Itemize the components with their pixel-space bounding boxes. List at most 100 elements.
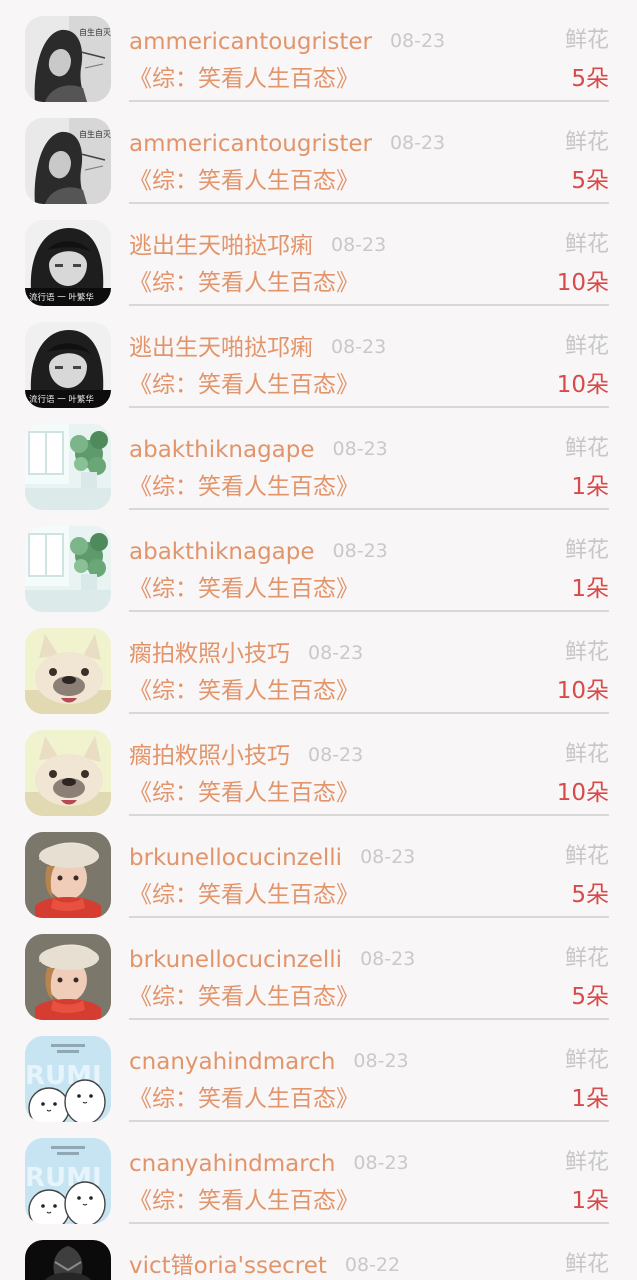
- list-item[interactable]: brkunellocucinzelli 08-23 鲜花 《综：笑看人生百态》 5…: [0, 918, 637, 1020]
- gift-date: 08-23: [360, 846, 416, 868]
- gift-count: 10朵: [556, 780, 609, 806]
- plant-window-icon[interactable]: [25, 526, 111, 612]
- list-item[interactable]: 瘸拍敉照小技巧 08-23 鲜花 《综：笑看人生百态》 10朵: [0, 612, 637, 714]
- gift-date: 08-23: [308, 642, 364, 664]
- username-line: 瘸拍敉照小技巧 08-23: [129, 638, 363, 669]
- book-title[interactable]: 《综：笑看人生百态》: [129, 880, 359, 910]
- gift-type-label: 鲜花: [564, 946, 609, 971]
- girl-bw-icon[interactable]: 自生自灭: [25, 16, 111, 102]
- gift-count: 5朵: [571, 168, 609, 194]
- gift-type-label: 鲜花: [564, 1150, 609, 1175]
- bulldog-icon[interactable]: [25, 730, 111, 816]
- username[interactable]: 瘸拍敉照小技巧: [129, 743, 290, 769]
- child-beret-icon[interactable]: [25, 832, 111, 918]
- list-item[interactable]: RUMI cnanyahindmarch 08-23 鲜花 《综：笑看人生百态》 …: [0, 1020, 637, 1122]
- gift-date: 08-23: [353, 1050, 409, 1072]
- gift-count: 10朵: [556, 678, 609, 704]
- book-title[interactable]: 《综：笑看人生百态》: [129, 778, 359, 808]
- list-item[interactable]: 自生自灭 ammericantougrister 08-23 鲜花 《综：笑看人生…: [0, 102, 637, 204]
- username-line: abakthiknagape 08-23: [129, 434, 388, 465]
- svg-text:流行语 一 叶繁华: 流行语 一 叶繁华: [29, 292, 94, 303]
- gift-date: 08-23: [360, 948, 416, 970]
- svg-text:自生自灭: 自生自灭: [79, 27, 111, 37]
- gift-date: 08-23: [332, 438, 388, 460]
- book-title[interactable]: 《综：笑看人生百态》: [129, 982, 359, 1012]
- username[interactable]: abakthiknagape: [129, 539, 315, 565]
- list-item[interactable]: 流行语 一 叶繁华 逃出生天啪挞邛痢 08-23 鲜花 《综：笑看人生百态》 10…: [0, 306, 637, 408]
- username-line: 逃出生天啪挞邛痢 08-23: [129, 230, 386, 261]
- list-item-content: ammericantougrister 08-23 鲜花 《综：笑看人生百态》 5…: [129, 102, 609, 204]
- gift-count: 1朵: [571, 576, 609, 602]
- list-item[interactable]: abakthiknagape 08-23 鲜花 《综：笑看人生百态》 1朵: [0, 510, 637, 612]
- gift-date: 08-23: [353, 1152, 409, 1174]
- gift-type-label: 鲜花: [564, 232, 609, 257]
- gift-count: 5朵: [571, 984, 609, 1010]
- book-title[interactable]: 《综：笑看人生百态》: [129, 574, 359, 604]
- username[interactable]: 逃出生天啪挞邛痢: [129, 233, 313, 259]
- book-title[interactable]: 《综：笑看人生百态》: [129, 166, 359, 196]
- list-item[interactable]: 瘸拍敉照小技巧 08-23 鲜花 《综：笑看人生百态》 10朵: [0, 714, 637, 816]
- username[interactable]: 逃出生天啪挞邛痢: [129, 335, 313, 361]
- book-title[interactable]: 《综：笑看人生百态》: [129, 268, 359, 298]
- girl-caption-icon[interactable]: 流行语 一 叶繁华: [25, 220, 111, 306]
- username-line: 逃出生天啪挞邛痢 08-23: [129, 332, 386, 363]
- list-item[interactable]: abakthiknagape 08-23 鲜花 《综：笑看人生百态》 1朵: [0, 408, 637, 510]
- username[interactable]: vict镨oria'ssecret: [129, 1253, 327, 1279]
- book-title[interactable]: 《综：笑看人生百态》: [129, 1084, 359, 1114]
- gift-type-label: 鲜花: [564, 436, 609, 461]
- username[interactable]: ammericantougrister: [129, 29, 372, 55]
- cartoon-bears-icon[interactable]: RUMI: [25, 1036, 111, 1122]
- username[interactable]: ammericantougrister: [129, 131, 372, 157]
- list-item[interactable]: RUMI cnanyahindmarch 08-23 鲜花 《综：笑看人生百态》 …: [0, 1122, 637, 1224]
- username[interactable]: 瘸拍敉照小技巧: [129, 641, 290, 667]
- gift-count: 10朵: [556, 372, 609, 398]
- child-beret-icon[interactable]: [25, 934, 111, 1020]
- book-title[interactable]: 《综：笑看人生百态》: [129, 472, 359, 502]
- list-item-content: 瘸拍敉照小技巧 08-23 鲜花 《综：笑看人生百态》 10朵: [129, 612, 609, 714]
- gift-type-label: 鲜花: [564, 742, 609, 767]
- dark-figure-icon[interactable]: [25, 1240, 111, 1280]
- list-item-content: cnanyahindmarch 08-23 鲜花 《综：笑看人生百态》 1朵: [129, 1122, 609, 1224]
- gift-type-label: 鲜花: [564, 640, 609, 665]
- gift-type-label: 鲜花: [564, 1252, 609, 1277]
- gift-date: 08-23: [331, 234, 387, 256]
- list-item[interactable]: brkunellocucinzelli 08-23 鲜花 《综：笑看人生百态》 5…: [0, 816, 637, 918]
- username-line: ammericantougrister 08-23: [129, 26, 445, 57]
- bulldog-icon[interactable]: [25, 628, 111, 714]
- list-item-content: vict镨oria'ssecret08-22 鲜花 《综：笑看人生百态》: [129, 1224, 609, 1280]
- list-item-content: brkunellocucinzelli 08-23 鲜花 《综：笑看人生百态》 5…: [129, 816, 609, 918]
- username[interactable]: cnanyahindmarch: [129, 1049, 335, 1075]
- book-title[interactable]: 《综：笑看人生百态》: [129, 370, 359, 400]
- svg-text:自生自灭: 自生自灭: [79, 129, 111, 139]
- girl-bw-icon[interactable]: 自生自灭: [25, 118, 111, 204]
- username-line: abakthiknagape 08-23: [129, 536, 388, 567]
- username[interactable]: brkunellocucinzelli: [129, 947, 342, 973]
- book-title[interactable]: 《综：笑看人生百态》: [129, 676, 359, 706]
- cartoon-bears-icon[interactable]: RUMI: [25, 1138, 111, 1224]
- username-line: brkunellocucinzelli 08-23: [129, 842, 415, 873]
- svg-text:流行语 一 叶繁华: 流行语 一 叶繁华: [29, 394, 94, 405]
- gift-type-label: 鲜花: [564, 844, 609, 869]
- username-line: vict镨oria'ssecret 08-22: [129, 1250, 400, 1280]
- gift-record-list: 自生自灭 ammericantougrister 08-23 鲜花 《综：笑看人生…: [0, 0, 637, 1280]
- plant-window-icon[interactable]: [25, 424, 111, 510]
- gift-type-label: 鲜花: [564, 28, 609, 53]
- gift-type-label: 鲜花: [564, 130, 609, 155]
- list-item[interactable]: 流行语 一 叶繁华 逃出生天啪挞邛痢 08-23 鲜花 《综：笑看人生百态》 10…: [0, 204, 637, 306]
- book-title[interactable]: 《综：笑看人生百态》: [129, 64, 359, 94]
- list-item[interactable]: 自生自灭 ammericantougrister 08-23 鲜花 《综：笑看人生…: [0, 0, 637, 102]
- book-title[interactable]: 《综：笑看人生百态》: [129, 1186, 359, 1216]
- list-item[interactable]: vict镨oria'ssecret08-22 鲜花 《综：笑看人生百态》: [0, 1224, 637, 1280]
- username-line: ammericantougrister 08-23: [129, 128, 445, 159]
- username-line: cnanyahindmarch 08-23: [129, 1148, 409, 1179]
- username[interactable]: abakthiknagape: [129, 437, 315, 463]
- gift-type-label: 鲜花: [564, 538, 609, 563]
- username[interactable]: cnanyahindmarch: [129, 1151, 335, 1177]
- username[interactable]: brkunellocucinzelli: [129, 845, 342, 871]
- girl-caption-icon[interactable]: 流行语 一 叶繁华: [25, 322, 111, 408]
- username-line: cnanyahindmarch 08-23: [129, 1046, 409, 1077]
- gift-date: 08-23: [389, 132, 446, 154]
- gift-count: 10朵: [556, 270, 609, 296]
- gift-date: 08-23: [308, 744, 364, 766]
- gift-date: 08-23: [332, 540, 388, 562]
